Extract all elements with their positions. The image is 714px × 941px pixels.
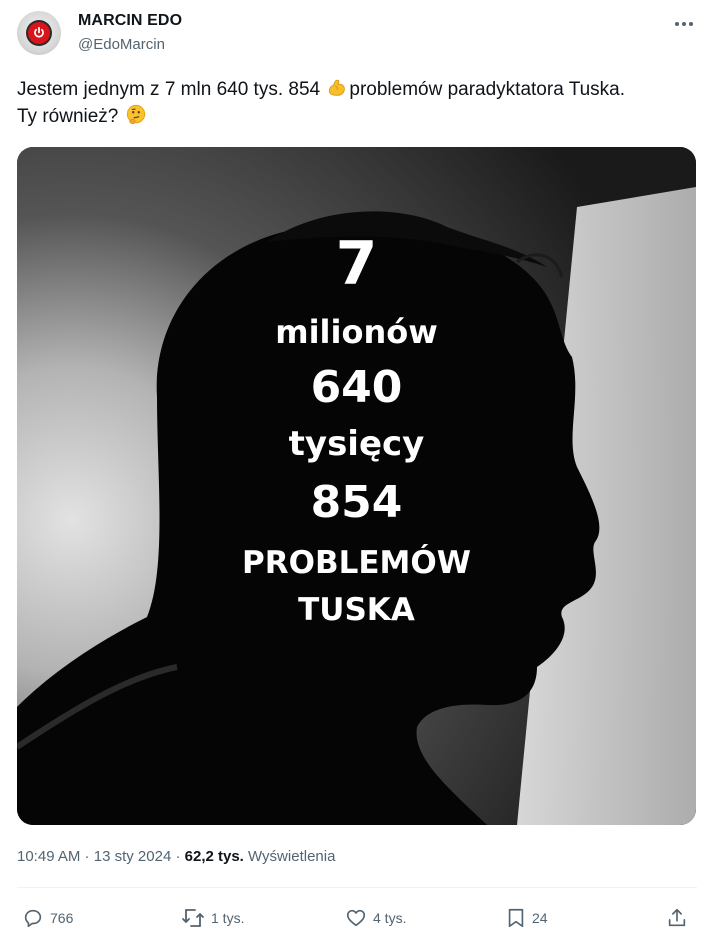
overlay-line-2: milionów bbox=[275, 313, 438, 351]
tweet-date[interactable]: 13 sty 2024 bbox=[94, 848, 172, 865]
bookmark-count: 24 bbox=[532, 910, 548, 926]
author-name[interactable]: MARCIN EDO bbox=[78, 12, 182, 30]
divider bbox=[17, 887, 697, 888]
overlay-line-3: 640 bbox=[310, 362, 403, 413]
overlay-line-6: PROBLEMÓW bbox=[242, 545, 471, 581]
flexed-biceps-icon bbox=[325, 76, 349, 100]
share-button[interactable] bbox=[666, 903, 688, 933]
overlay-line-7: TUSKA bbox=[298, 592, 415, 628]
more-icon bbox=[675, 22, 693, 26]
like-button[interactable]: 4 tys. bbox=[345, 903, 406, 933]
repost-icon bbox=[182, 909, 204, 927]
overlay-line-5: 854 bbox=[310, 477, 403, 528]
overlay-line-1: 7 bbox=[335, 229, 378, 299]
views-label: Wyświetlenia bbox=[248, 848, 336, 865]
meta-separator: · bbox=[80, 848, 94, 865]
views-count: 62,2 tys. bbox=[184, 848, 244, 865]
avatar[interactable] bbox=[17, 11, 61, 55]
like-count: 4 tys. bbox=[373, 910, 407, 926]
tweet-text: Jestem jednym z 7 mln 640 tys. 854 probl… bbox=[17, 76, 702, 130]
share-icon bbox=[668, 908, 686, 927]
bookmark-button[interactable]: 24 bbox=[506, 903, 548, 933]
like-icon bbox=[346, 909, 366, 927]
tweet-meta: 10:49 AM · 13 sty 2024 · 62,2 tys. Wyświ… bbox=[17, 848, 335, 865]
tweet-text-part: problemów paradyktatora Tuska. bbox=[349, 79, 626, 100]
overlay-line-4: tysięcy bbox=[288, 424, 425, 464]
reply-count: 766 bbox=[50, 910, 74, 926]
repost-count: 1 tys. bbox=[211, 910, 245, 926]
tweet-text-part: Ty również? bbox=[17, 106, 124, 127]
tweet-text-part: Jestem jednym z 7 mln 640 tys. 854 bbox=[17, 79, 326, 100]
power-icon bbox=[28, 22, 50, 44]
reply-icon bbox=[24, 909, 42, 928]
more-button[interactable] bbox=[672, 14, 696, 34]
author-handle[interactable]: @EdoMarcin bbox=[78, 36, 165, 53]
tweet-time[interactable]: 10:49 AM bbox=[17, 848, 80, 865]
tweet-image[interactable]: 7 milionów 640 tysięcy 854 PROBLEMÓW TUS… bbox=[17, 147, 696, 825]
bookmark-icon bbox=[508, 908, 524, 928]
reply-button[interactable]: 766 bbox=[22, 903, 73, 933]
action-bar: 766 1 tys. 4 tys. 24 bbox=[0, 903, 714, 933]
repost-button[interactable]: 1 tys. bbox=[181, 903, 244, 933]
thinking-face-icon bbox=[124, 103, 148, 127]
meta-separator: · bbox=[171, 848, 185, 865]
